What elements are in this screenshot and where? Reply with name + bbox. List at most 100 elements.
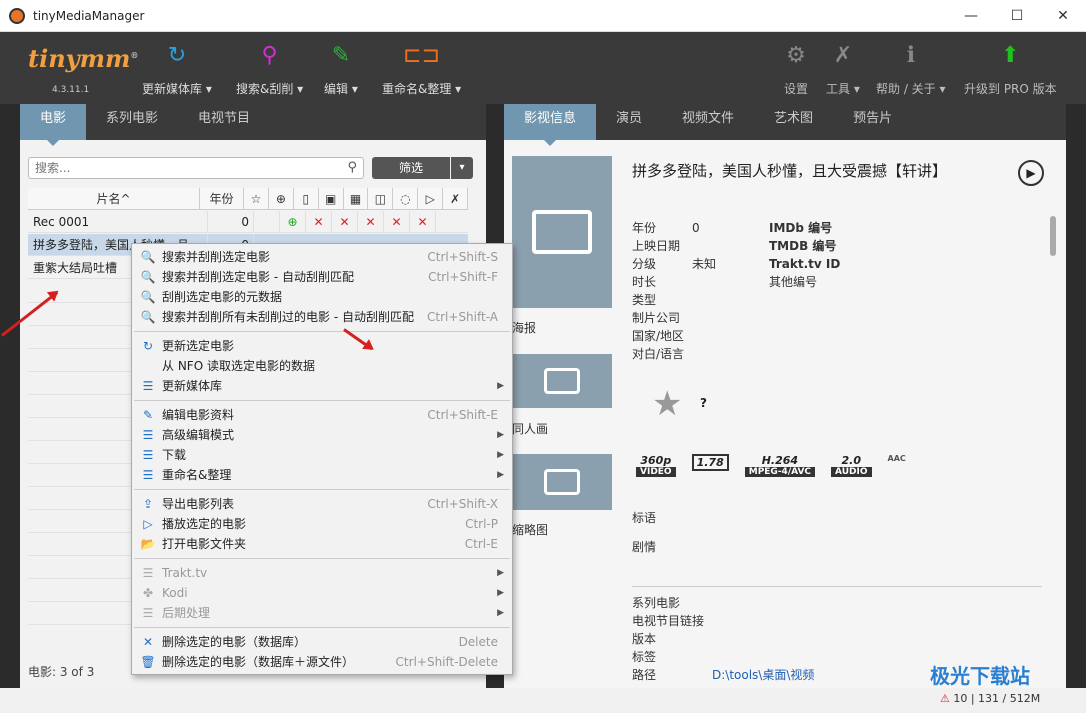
settings-button[interactable]: ⚙ 设置: [784, 40, 808, 97]
movie-count-status: 电影: 3 of 3: [28, 665, 95, 679]
movie-table-header: 片名^ 年份 ☆ ⊕ ▯ ▣ ▦ ◫ ◌ ▷ ✗: [28, 188, 469, 210]
speech-bubble-icon[interactable]: ◌: [393, 188, 419, 210]
tagline-label: 标语: [632, 511, 657, 525]
help-about-button[interactable]: ℹ 帮助 / 关于 ▾: [876, 40, 946, 97]
menu-item-update-selected[interactable]: ↻ 更新选定电影: [132, 336, 512, 356]
menu-item-delete-db-files[interactable]: 🗑 删除选定的电影（数据库＋源文件） Ctrl+Shift-Delete: [132, 652, 512, 672]
delete-x-icon: ✕: [142, 635, 154, 649]
plus-circle-icon[interactable]: ⊕: [269, 188, 294, 210]
wrench-icon[interactable]: ✗: [443, 188, 469, 210]
tab-cast[interactable]: 演员: [596, 104, 662, 140]
rename-icon: ⊏⊐: [403, 42, 441, 68]
media-badges: 360p VIDEO 1.78 H.264 MPEG-4/AVC 2.0 AUDIO …: [636, 454, 906, 477]
menu-item-search-scrape-auto[interactable]: 🔍 搜索并刮削选定电影 - 自动刮削匹配 Ctrl+Shift-F: [132, 267, 512, 287]
star-icon[interactable]: ☆: [244, 188, 269, 210]
close-button[interactable]: ✕: [1040, 0, 1086, 32]
tab-movies[interactable]: 电影: [20, 104, 87, 146]
image-placeholder-icon: [544, 368, 580, 394]
missing-x-icon: ✕: [384, 211, 410, 233]
detail-scrollbar[interactable]: [1050, 216, 1056, 256]
thumb-caption: 缩略图: [512, 523, 549, 537]
column-title[interactable]: 片名^: [28, 188, 201, 210]
image-placeholder-icon: [544, 469, 580, 495]
list-icon: ☰: [142, 566, 154, 580]
tab-artwork[interactable]: 艺术图: [754, 104, 833, 140]
window-title: tinyMediaManager: [33, 8, 145, 23]
tools-button[interactable]: ✗ 工具 ▾: [826, 40, 860, 97]
image-placeholder-icon: [532, 210, 592, 254]
menu-item-scrape-all-unscraped[interactable]: 🔍 搜索并刮削所有未刮削过的电影 - 自动刮削匹配 Ctrl+Shift-A: [132, 307, 512, 327]
warning-icon: ⚠: [940, 692, 954, 705]
menu-item-play[interactable]: ▷ 播放选定的电影 Ctrl-P: [132, 514, 512, 534]
menu-item-post-process[interactable]: ☰ 后期处理 ▶: [132, 603, 512, 623]
rename-organize-button[interactable]: ⊏⊐ 重命名&整理 ▾: [382, 40, 461, 97]
tab-movie-info[interactable]: 影视信息: [504, 104, 597, 146]
title-bar: tinyMediaManager — ☐ ✕: [0, 0, 1086, 32]
main-toolbar: tinymm® 4.3.11.1 ↻ 更新媒体库 ▾ ⚲ 搜索&刮削 ▾ ✎ 编…: [0, 32, 1086, 104]
play-icon[interactable]: ▷: [418, 188, 444, 210]
info-icon: ℹ: [906, 42, 915, 68]
menu-item-open-folder[interactable]: 📂 打开电影文件夹 Ctrl-E: [132, 534, 512, 554]
rating-value: ?: [700, 396, 707, 410]
search-input[interactable]: [29, 158, 329, 178]
tab-trailer[interactable]: 预告片: [833, 104, 912, 140]
video-codec-badge: H.264 MPEG-4/AVC: [744, 454, 816, 477]
play-trailer-icon[interactable]: ▶: [1018, 160, 1044, 186]
edit-icon: ✎: [142, 408, 154, 422]
tab-movie-sets[interactable]: 系列电影: [86, 104, 178, 140]
filter-button[interactable]: 筛选: [372, 157, 450, 179]
list-icon: ☰: [142, 379, 154, 393]
list-icon: ☰: [142, 448, 154, 462]
list-icon: ☰: [142, 428, 154, 442]
wrench-icon: ✗: [833, 42, 853, 68]
trash-icon: 🗑: [140, 655, 156, 669]
search-scrape-button[interactable]: ⚲ 搜索&刮削 ▾: [236, 40, 303, 97]
maximize-button[interactable]: ☐: [994, 0, 1040, 32]
poster-image[interactable]: [512, 156, 612, 308]
menu-item-bulk-edit[interactable]: ☰ 高级编辑模式 ▶: [132, 425, 512, 445]
film-icon[interactable]: ▦: [344, 188, 369, 210]
menu-item-delete-db[interactable]: ✕ 删除选定的电影（数据库） Delete: [132, 632, 512, 652]
filter-dropdown-button[interactable]: ▾: [451, 157, 473, 179]
subtitle-icon[interactable]: ◫: [368, 188, 394, 210]
audio-channels-badge: 2.0 AUDIO: [831, 454, 872, 477]
thumb-image[interactable]: [512, 454, 612, 510]
list-icon: ☰: [142, 468, 154, 482]
menu-item-scrape-metadata[interactable]: 🔍 刮削选定电影的元数据: [132, 287, 512, 307]
poster-caption: 海报: [512, 321, 537, 335]
fanart-image[interactable]: [512, 354, 612, 408]
image-icon[interactable]: ▣: [319, 188, 344, 210]
document-icon[interactable]: ▯: [294, 188, 319, 210]
year-value: 0: [692, 221, 700, 235]
menu-item-update-library[interactable]: ☰ 更新媒体库 ▶: [132, 376, 512, 396]
missing-x-icon: ✕: [332, 211, 358, 233]
menu-item-search-scrape-selected[interactable]: 🔍 搜索并刮削选定电影 Ctrl+Shift-S: [132, 247, 512, 267]
menu-item-read-nfo[interactable]: 从 NFO 读取选定电影的数据: [132, 356, 512, 376]
certification-value: 未知: [692, 257, 717, 271]
menu-item-edit-movie[interactable]: ✎ 编辑电影资料 Ctrl+Shift-E: [132, 405, 512, 425]
tab-media-files[interactable]: 视频文件: [662, 104, 754, 140]
menu-item-download[interactable]: ☰ 下载 ▶: [132, 445, 512, 465]
path-link[interactable]: D:\tools\桌面\视频: [712, 666, 814, 684]
menu-item-trakt[interactable]: ☰ Trakt.tv ▶: [132, 563, 512, 583]
fanart-caption: 同人画: [512, 422, 549, 436]
edit-button[interactable]: ✎ 编辑 ▾: [324, 40, 358, 97]
list-icon: ☰: [142, 606, 154, 620]
table-row[interactable]: Rec 0001 0 ⊕ ✕ ✕ ✕ ✕ ✕: [28, 211, 468, 233]
export-icon: ⇪: [142, 497, 154, 511]
gear-icon: ⚙: [786, 42, 806, 68]
missing-x-icon: ✕: [306, 211, 332, 233]
menu-item-rename[interactable]: ☰ 重命名&整理 ▶: [132, 465, 512, 485]
refresh-icon: ↻: [142, 339, 154, 353]
menu-item-kodi[interactable]: ✤ Kodi ▶: [132, 583, 512, 603]
minimize-button[interactable]: —: [948, 0, 994, 32]
tab-tv-shows[interactable]: 电视节目: [178, 104, 270, 140]
update-library-button[interactable]: ↻ 更新媒体库 ▾: [142, 40, 212, 97]
search-icon[interactable]: ⚲: [347, 160, 357, 175]
upgrade-pro-button[interactable]: ⬆ 升级到 PRO 版本: [964, 40, 1057, 97]
context-menu: 🔍 搜索并刮削选定电影 Ctrl+Shift-S 🔍 搜索并刮削选定电影 - 自动刮削…: [131, 243, 513, 675]
menu-item-export[interactable]: ⇪ 导出电影列表 Ctrl+Shift-X: [132, 494, 512, 514]
left-tab-bar: 电影 系列电影 电视节目: [20, 104, 486, 146]
search-icon: 🔍: [140, 250, 156, 264]
column-year[interactable]: 年份: [200, 188, 245, 210]
